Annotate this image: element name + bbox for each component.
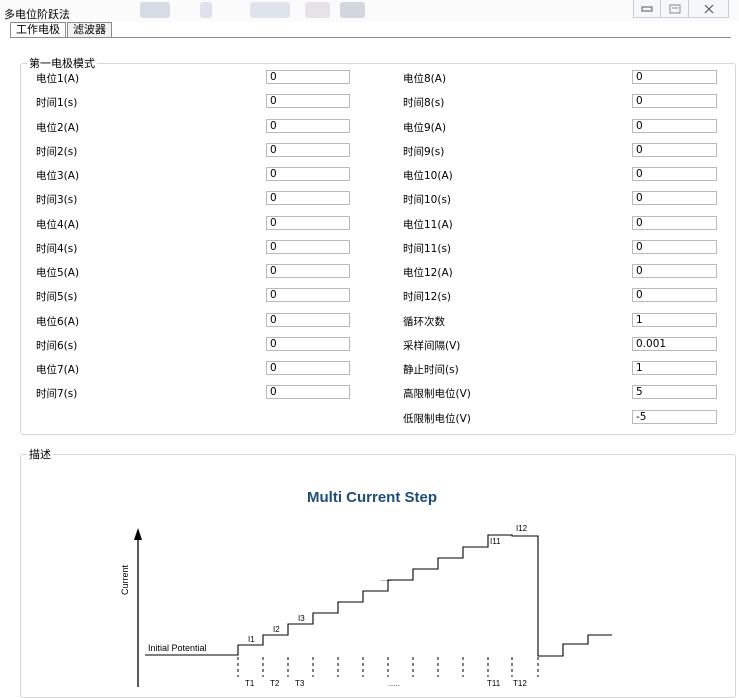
field-label: 时间5(s) bbox=[36, 291, 78, 304]
field-label: 时间3(s) bbox=[36, 194, 78, 207]
field-label: 时间10(s) bbox=[403, 194, 452, 207]
field-input[interactable] bbox=[266, 118, 350, 133]
window-title: 多电位阶跃法 bbox=[4, 8, 70, 21]
field-input[interactable] bbox=[632, 336, 717, 351]
field-label: 时间2(s) bbox=[36, 145, 78, 158]
field-input[interactable] bbox=[632, 361, 717, 375]
field-input[interactable] bbox=[266, 312, 350, 327]
field-label: 时间6(s) bbox=[36, 339, 78, 352]
field-input[interactable] bbox=[632, 288, 717, 303]
time-label-t1: T1 bbox=[245, 679, 255, 687]
time-markers bbox=[237, 657, 539, 677]
title-bar: 多电位阶跃法 bbox=[0, 0, 739, 22]
field-label: 时间8(s) bbox=[403, 97, 445, 110]
field-label: 电位3(A) bbox=[36, 170, 80, 182]
step-label-i11: I11 bbox=[490, 537, 501, 546]
field-input[interactable] bbox=[266, 191, 350, 206]
field-label: 时间12(s) bbox=[403, 291, 452, 304]
field-input[interactable] bbox=[266, 167, 350, 181]
initial-potential-label: Initial Potential bbox=[148, 643, 207, 653]
time-label-t2: T2 bbox=[270, 679, 280, 687]
field-label: 电位11(A) bbox=[403, 218, 453, 231]
maximize-icon bbox=[669, 4, 680, 13]
tab-bar: 工作电极 滤波器 bbox=[10, 22, 113, 38]
title-decoration bbox=[250, 2, 290, 18]
close-button[interactable] bbox=[689, 0, 729, 18]
field-label: 循环次数 bbox=[403, 315, 445, 328]
field-label: 电位5(A) bbox=[36, 267, 80, 279]
multi-current-step-diagram: Multi Current Step Current Initial Poten… bbox=[120, 489, 612, 687]
field-label: 电位9(A) bbox=[403, 121, 447, 134]
step-label-i1: I1 bbox=[248, 635, 255, 644]
tab-divider bbox=[10, 37, 731, 38]
field-input[interactable] bbox=[632, 385, 717, 400]
field-input[interactable] bbox=[266, 361, 350, 375]
y-axis-arrow bbox=[134, 528, 142, 540]
field-input[interactable] bbox=[632, 312, 717, 327]
field-label: 高限制电位(V) bbox=[403, 388, 471, 401]
field-input[interactable] bbox=[266, 239, 350, 254]
minimize-icon bbox=[641, 6, 653, 11]
field-input[interactable] bbox=[266, 336, 350, 351]
field-label: 电位1(A) bbox=[36, 73, 80, 85]
diagram-title: Multi Current Step bbox=[307, 489, 437, 506]
field-input[interactable] bbox=[632, 264, 717, 278]
field-input[interactable] bbox=[632, 191, 717, 206]
step-label-i12: I12 bbox=[516, 524, 528, 533]
field-label: 电位8(A) bbox=[403, 73, 447, 85]
field-label: 电位10(A) bbox=[403, 170, 453, 182]
tab-filter[interactable]: 滤波器 bbox=[67, 22, 112, 37]
field-input[interactable] bbox=[266, 288, 350, 303]
field-input[interactable] bbox=[632, 118, 717, 133]
title-decoration bbox=[140, 2, 170, 18]
time-label-t3: T3 bbox=[295, 679, 305, 687]
field-label: 时间9(s) bbox=[403, 145, 445, 158]
field-label: 时间11(s) bbox=[403, 242, 452, 255]
field-input[interactable] bbox=[266, 385, 350, 400]
title-decoration bbox=[340, 2, 365, 18]
field-label: 电位12(A) bbox=[403, 267, 453, 279]
field-input[interactable] bbox=[632, 142, 717, 157]
first-electrode-group: 第一电极模式 bbox=[20, 55, 736, 435]
field-input[interactable] bbox=[632, 167, 717, 181]
maximize-button[interactable] bbox=[661, 0, 689, 18]
field-label: 时间4(s) bbox=[36, 242, 78, 255]
step-label-i2: I2 bbox=[273, 625, 280, 634]
field-label: 电位2(A) bbox=[36, 121, 80, 134]
field-input[interactable] bbox=[266, 264, 350, 278]
time-ellipsis: ...... bbox=[388, 681, 400, 687]
field-input[interactable] bbox=[266, 215, 350, 230]
field-label: 电位7(A) bbox=[36, 364, 80, 376]
field-input[interactable] bbox=[632, 409, 717, 424]
field-input[interactable] bbox=[632, 94, 717, 109]
minimize-button[interactable] bbox=[633, 0, 661, 18]
field-label: 时间1(s) bbox=[36, 97, 78, 110]
window-controls bbox=[633, 0, 729, 18]
y-axis-label: Current bbox=[120, 564, 130, 595]
field-label: 时间7(s) bbox=[36, 388, 78, 401]
close-icon bbox=[704, 4, 713, 13]
field-input[interactable] bbox=[632, 239, 717, 254]
field-input[interactable] bbox=[632, 215, 717, 230]
title-decoration bbox=[200, 2, 212, 18]
field-label: 采样间隔(V) bbox=[403, 339, 461, 352]
field-input[interactable] bbox=[266, 142, 350, 157]
step-label-i3: I3 bbox=[298, 614, 305, 623]
group-legend: 第一电极模式 bbox=[29, 57, 95, 70]
field-input[interactable] bbox=[266, 70, 350, 84]
tab-working-electrode[interactable]: 工作电极 bbox=[10, 22, 66, 38]
field-label: 电位4(A) bbox=[36, 218, 80, 231]
title-decoration bbox=[305, 2, 330, 18]
time-label-t11: T11 bbox=[487, 679, 501, 687]
time-label-t12: T12 bbox=[513, 679, 527, 687]
staircase-line bbox=[145, 534, 612, 657]
field-input[interactable] bbox=[632, 70, 717, 84]
middle-ellipsis: ...... bbox=[380, 576, 392, 583]
field-input[interactable] bbox=[266, 94, 350, 109]
field-label: 静止时间(s) bbox=[403, 364, 459, 376]
field-label: 电位6(A) bbox=[36, 315, 80, 328]
field-label: 低限制电位(V) bbox=[403, 412, 471, 425]
group-legend: 描述 bbox=[29, 448, 51, 461]
